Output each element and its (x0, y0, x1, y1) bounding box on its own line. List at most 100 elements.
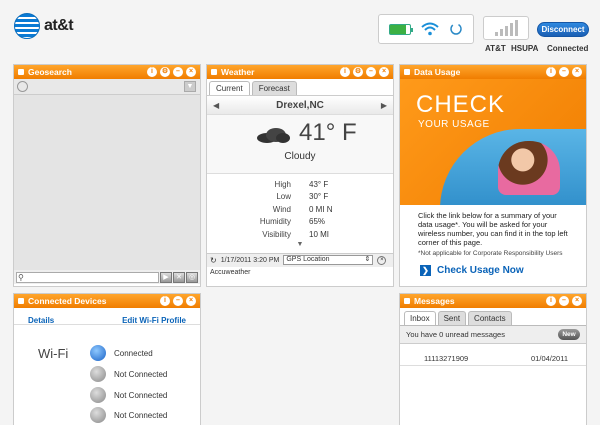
refresh-icon[interactable]: ↻ (210, 256, 217, 265)
brand-name: at&t (44, 17, 74, 34)
clear-button[interactable]: ✕ (173, 271, 185, 283)
wifi-connected-icon (90, 345, 106, 361)
new-message-button[interactable]: New (558, 329, 580, 340)
info-icon[interactable]: i (340, 67, 350, 77)
minimize-icon[interactable]: – (173, 296, 183, 306)
geosearch-toolbar: ▼ (14, 79, 200, 95)
tab-current[interactable]: Current (209, 81, 250, 95)
tab-sent[interactable]: Sent (437, 311, 467, 325)
check-usage-link[interactable]: ❯ Check Usage Now (400, 257, 586, 276)
weather-details: High 43° F Low 30° F Wind 0 MI N Humidity 65… (207, 173, 393, 253)
woman-with-laptop-image (498, 141, 560, 195)
info-icon[interactable]: i (147, 67, 157, 77)
banner-subheadline: YOUR USAGE (418, 119, 490, 130)
device-row: Not Connected (14, 406, 200, 424)
search-input[interactable]: ⚲ (16, 271, 159, 283)
temperature: 41° F (299, 119, 357, 146)
messages-header: Messages i – × (400, 294, 586, 308)
app-header: at&t Disconnect AT&T HSUPA Connected (0, 0, 600, 62)
map-area[interactable] (14, 95, 200, 270)
wifi-disconnected-icon (90, 366, 106, 382)
globe-icon (14, 13, 40, 39)
device-row: Not Connected (14, 386, 200, 404)
drag-handle-icon[interactable] (211, 69, 217, 75)
settings-icon[interactable]: ⚙ (160, 67, 170, 77)
message-sender: 11113271909 (424, 354, 469, 363)
geosearch-header: Geosearch i ⚙ – × (14, 65, 200, 79)
device-links: Details Edit Wi-Fi Profile (14, 308, 200, 325)
update-time: 1/17/2011 3:20 PM (220, 256, 280, 264)
cloud-icon (257, 128, 290, 143)
message-summary-bar: You have 0 unread messages New (400, 326, 586, 344)
data-usage-header: Data Usage i – × (400, 65, 586, 79)
minimize-icon[interactable]: – (559, 67, 569, 77)
drag-handle-icon[interactable] (18, 69, 24, 75)
weather-panel: Weather i ⚙ – × Current Forecast ◀ Drexe… (206, 64, 394, 287)
next-location-icon[interactable]: ▶ (381, 101, 387, 110)
globe-button[interactable]: ◎ (186, 271, 198, 283)
expand-icon[interactable]: ▼ (207, 241, 393, 249)
detail-row: Visibility 10 MI (262, 229, 330, 239)
panel-title: Weather (221, 67, 255, 77)
device-status: Connected (114, 348, 153, 358)
battery-icon (389, 23, 414, 35)
search-button[interactable]: ▶ (160, 271, 172, 283)
dropdown-icon[interactable]: ▼ (184, 81, 196, 92)
info-icon[interactable]: i (160, 296, 170, 306)
banner-headline: CHECK (416, 91, 506, 118)
device-status: Not Connected (114, 369, 168, 379)
signal-strength-icon (483, 16, 529, 40)
geosearch-panel: Geosearch i ⚙ – × ▼ ⚲ ▶ ✕ ◎ (13, 64, 201, 287)
close-icon[interactable]: × (572, 296, 582, 306)
minimize-icon[interactable]: – (366, 67, 376, 77)
settings-icon[interactable]: ⚙ (353, 67, 363, 77)
close-icon[interactable]: × (572, 67, 582, 77)
device-row: Not Connected (14, 365, 200, 383)
weather-footer: ↻ 1/17/2011 3:20 PM GPS Location ⇕ × (207, 252, 393, 267)
info-icon[interactable]: i (546, 296, 556, 306)
wifi-label: Wi-Fi (38, 345, 69, 361)
search-icon: ⚲ (18, 272, 24, 282)
minimize-icon[interactable]: – (559, 296, 569, 306)
network-label: HSUPA (511, 44, 539, 53)
wifi-icon (421, 22, 439, 36)
location-source-select[interactable]: GPS Location ⇕ (283, 255, 374, 265)
drag-handle-icon[interactable] (18, 298, 24, 304)
minimize-icon[interactable]: – (173, 67, 183, 77)
device-row: Wi-Fi Connected (14, 344, 200, 362)
current-conditions: 41° F Cloudy (207, 115, 393, 173)
prev-location-icon[interactable]: ◀ (213, 101, 219, 110)
arrow-right-icon: ❯ (420, 265, 431, 276)
location-nav: ◀ Drexel,NC ▶ (207, 95, 393, 115)
info-icon[interactable]: i (546, 67, 556, 77)
message-date: 01/04/2011 (531, 354, 568, 363)
usage-note: *Not applicable for Corporate Responsibi… (418, 250, 563, 257)
tab-contacts[interactable]: Contacts (468, 311, 512, 325)
close-icon[interactable]: × (379, 67, 389, 77)
target-icon[interactable] (17, 81, 28, 92)
location-name: Drexel,NC (276, 99, 324, 111)
drag-handle-icon[interactable] (404, 298, 410, 304)
close-icon[interactable]: × (186, 296, 196, 306)
geosearch-bar: ⚲ ▶ ✕ ◎ (14, 270, 200, 284)
drag-handle-icon[interactable] (404, 69, 410, 75)
weather-header: Weather i ⚙ – × (207, 65, 393, 79)
unread-count: You have 0 unread messages (406, 330, 505, 339)
chevron-down-icon: ⇕ (364, 256, 371, 263)
connection-status: Connected (547, 44, 589, 53)
carrier-label: AT&T (485, 44, 506, 53)
connected-devices-header: Connected Devices i – × (14, 294, 200, 308)
message-tabs: Inbox Sent Contacts (400, 308, 586, 326)
tab-forecast[interactable]: Forecast (251, 81, 297, 95)
panel-title: Messages (414, 296, 455, 306)
tab-inbox[interactable]: Inbox (404, 311, 436, 325)
weather-tabs: Current Forecast (207, 79, 393, 95)
data-usage-panel: Data Usage i – × CHECK YOUR USAGE Click … (399, 64, 587, 287)
detail-row: Wind 0 MI N (272, 204, 333, 214)
close-circle-icon[interactable]: × (377, 255, 387, 265)
detail-row: Humidity 65% (259, 217, 326, 227)
message-row[interactable]: 11113271909 01/04/2011 (400, 352, 586, 366)
disconnect-button[interactable]: Disconnect (537, 22, 589, 37)
device-status: Not Connected (114, 410, 168, 420)
close-icon[interactable]: × (186, 67, 196, 77)
